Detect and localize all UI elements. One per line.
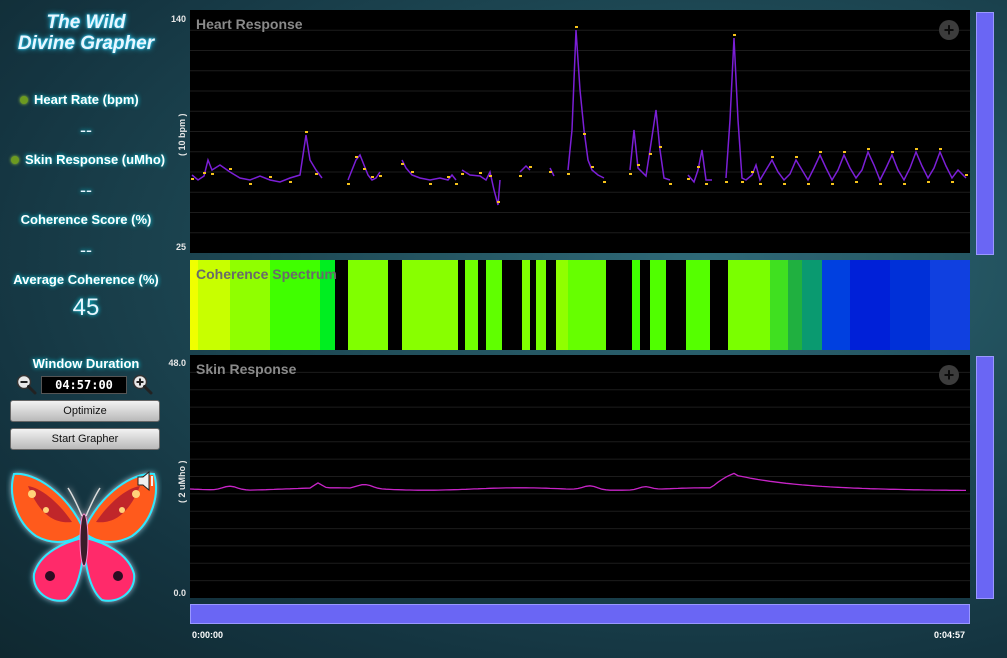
skin-response-dot-icon — [11, 155, 19, 164]
heart-expand-button[interactable]: + — [939, 20, 959, 40]
skin-y-max-label: 48.0 — [168, 358, 186, 368]
coherence-score-value: -- — [80, 240, 92, 260]
heart-y-max-label: 140 — [170, 14, 186, 24]
average-coherence-label: Average Coherence (%) — [13, 272, 159, 287]
skin-response-legend: Skin Response (uMho) — [11, 152, 165, 167]
zoom-in-icon[interactable] — [131, 373, 153, 395]
skin-y-min-label: 0.0 — [173, 588, 186, 598]
average-coherence-value: 45 — [72, 294, 100, 321]
skin-response-value: -- — [80, 180, 92, 200]
optimize-button[interactable]: Optimize — [10, 400, 160, 422]
skin-response-plot — [190, 371, 970, 582]
app-title-line2: Divine Grapher — [17, 33, 155, 54]
app-title-line1: The Wild — [46, 12, 126, 33]
skin-response-graph[interactable]: Skin Response + — [190, 355, 970, 598]
sidebar: The Wild Divine Grapher Heart Rate (bpm)… — [0, 0, 172, 658]
heart-rate-label: Heart Rate (bpm) — [34, 92, 139, 107]
heart-rate-legend: Heart Rate (bpm) — [20, 92, 139, 107]
heart-response-plot — [190, 26, 970, 234]
coherence-spectrum-title: Coherence Spectrum — [196, 266, 337, 282]
app-title: The Wild Divine Grapher — [0, 12, 172, 54]
coherence-score-label: Coherence Score (%) — [20, 212, 152, 227]
skin-scale-bar[interactable] — [976, 356, 994, 599]
heart-rate-dot-icon — [20, 95, 28, 104]
start-grapher-button[interactable]: Start Grapher — [10, 428, 160, 450]
skin-response-title: Skin Response — [196, 361, 297, 377]
skin-expand-button[interactable]: + — [939, 365, 959, 385]
heart-response-graph[interactable]: Heart Response + — [190, 10, 970, 253]
zoom-out-icon[interactable] — [15, 373, 37, 395]
window-duration-field[interactable]: 04:57:00 — [41, 376, 127, 394]
heart-unit-label: ( 10 bpm ) — [177, 113, 187, 156]
timeline-start-label: 0:00:00 — [192, 630, 224, 640]
heart-scale-bar[interactable] — [976, 12, 994, 255]
coherence-spectrum: Coherence Spectrum — [190, 260, 970, 350]
skin-response-label: Skin Response (uMho) — [25, 152, 166, 167]
timeline-end-label: 0:04:57 — [934, 630, 966, 640]
window-duration-label: Window Duration — [32, 356, 140, 371]
speaker-icon[interactable] — [136, 470, 156, 492]
heart-response-title: Heart Response — [196, 16, 303, 32]
heart-rate-value: -- — [80, 120, 92, 140]
timeline-scrollbar[interactable] — [190, 604, 970, 624]
heart-y-min-label: 25 — [175, 242, 186, 252]
skin-unit-label: ( 2 uMho ) — [177, 460, 187, 504]
